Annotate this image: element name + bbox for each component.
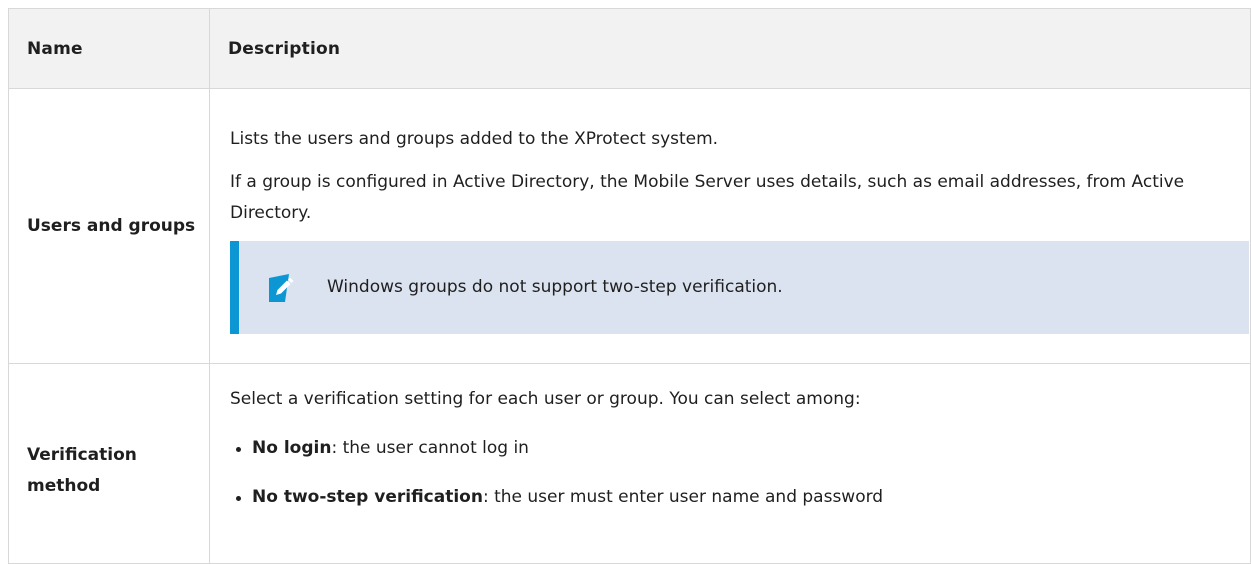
- note-text: Windows groups do not support two-step v…: [327, 277, 783, 297]
- list-item: No two-step verification: the user must …: [230, 482, 1240, 513]
- row-name-verification-method: Verification method: [8, 363, 210, 564]
- header-description: Description: [209, 8, 1251, 89]
- settings-table: Name Description Users and groups Lists …: [8, 8, 1251, 564]
- table-row: Users and groups Lists the users and gro…: [8, 88, 1251, 364]
- option-description: : the user must enter user name and pass…: [482, 487, 884, 507]
- list-item: No login: the user cannot log in: [230, 433, 1240, 464]
- pencil-note-icon: [269, 273, 294, 302]
- row-description-verification-method: Select a verification setting for each u…: [209, 363, 1251, 564]
- row-name-users-and-groups: Users and groups: [8, 88, 210, 364]
- table-header-row: Name Description: [8, 8, 1251, 89]
- option-description: : the user cannot log in: [331, 438, 529, 458]
- note-callout: Windows groups do not support two-step v…: [230, 241, 1249, 334]
- description-paragraph: Select a verification setting for each u…: [230, 389, 861, 409]
- option-term: No two-step verification: [252, 487, 483, 507]
- description-paragraph: If a group is configured in Active Direc…: [230, 172, 1185, 223]
- table-row: Verification method Select a verificatio…: [8, 363, 1251, 564]
- description-paragraph: Lists the users and groups added to the …: [230, 129, 719, 149]
- header-name: Name: [8, 8, 210, 89]
- verification-options-list: No login: the user cannot log in No two-…: [230, 433, 1240, 513]
- row-description-users-and-groups: Lists the users and groups added to the …: [209, 88, 1251, 364]
- option-term: No login: [252, 438, 332, 458]
